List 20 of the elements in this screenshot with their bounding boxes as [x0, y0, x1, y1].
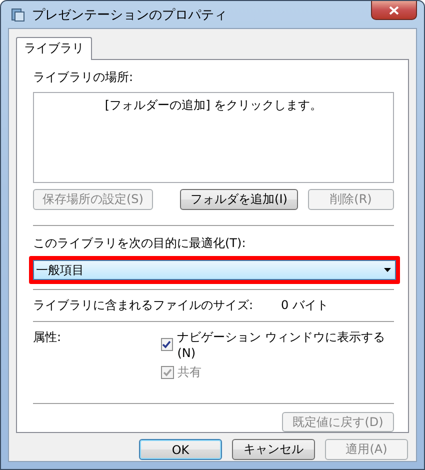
- dialog-button[interactable]: キャンセル: [232, 439, 315, 460]
- location-list[interactable]: [フォルダーの追加] をクリックします。: [33, 92, 394, 183]
- tab[interactable]: ライブラリ: [16, 37, 92, 60]
- library-icon: [10, 6, 26, 22]
- location-button[interactable]: フォルダを追加(I): [180, 189, 298, 210]
- optimize-label: このライブラリを次の目的に最適化(T):: [33, 235, 247, 252]
- close-button[interactable]: [371, 1, 417, 20]
- dropdown-arrow-icon: [384, 268, 391, 272]
- location-label: ライブラリの場所:: [33, 69, 134, 86]
- attributes-label: 属性:: [33, 329, 62, 346]
- checkbox-label: ナビゲーション ウィンドウに表示する(N): [177, 329, 386, 360]
- list-hint: [フォルダーの追加] をクリックします。: [104, 97, 322, 114]
- dialog-button[interactable]: OK: [139, 439, 222, 460]
- checkbox[interactable]: [160, 338, 174, 351]
- close-icon: [389, 6, 399, 14]
- size-label: ライブラリに含まれるファイルのサイズ:: [33, 297, 254, 314]
- purpose-dropdown[interactable]: 一般項目: [33, 260, 396, 280]
- checkbox-label: 共有: [178, 364, 202, 381]
- size-value: 0 バイト: [281, 297, 328, 314]
- window-title: プレゼンテーションのプロパティ: [32, 6, 228, 24]
